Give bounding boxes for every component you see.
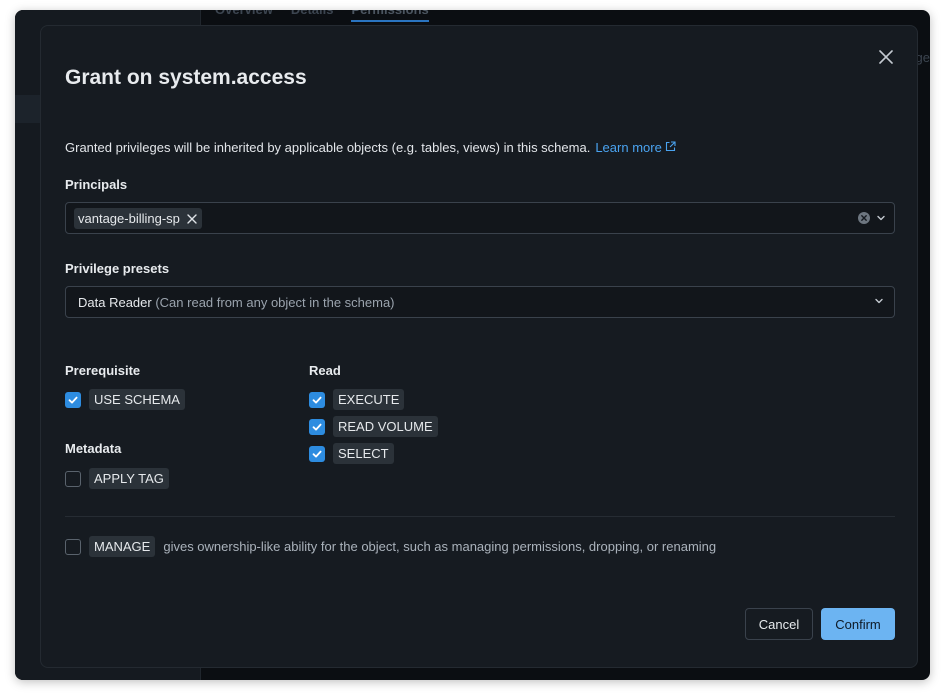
privilege-manage[interactable]: MANAGE gives ownership-like ability for … — [65, 536, 716, 557]
check-icon — [68, 396, 78, 403]
read-volume-label: READ VOLUME — [333, 416, 438, 437]
dialog-description: Granted privileges will be inherited by … — [65, 140, 676, 155]
tab-permissions[interactable]: Permissions — [351, 10, 429, 22]
presets-label: Privilege presets — [65, 261, 170, 276]
close-icon — [879, 50, 893, 64]
manage-description: gives ownership-like ability for the obj… — [163, 539, 717, 554]
presets-select[interactable]: Data Reader (Can read from any object in… — [65, 286, 895, 318]
remove-principal-button[interactable] — [186, 213, 198, 225]
use-schema-label: USE SCHEMA — [89, 389, 185, 410]
execute-label: EXECUTE — [333, 389, 405, 410]
background-tabs: Overview Details Permissions — [215, 10, 429, 22]
chevron-down-icon[interactable] — [876, 213, 886, 223]
tab-details[interactable]: Details — [291, 10, 334, 22]
apply-tag-label: APPLY TAG — [89, 468, 169, 489]
privilege-execute[interactable]: EXECUTE — [309, 389, 405, 410]
grant-dialog: Grant on system.access Granted privilege… — [40, 25, 918, 668]
check-icon — [312, 396, 322, 403]
prerequisite-title: Prerequisite — [65, 363, 141, 378]
read-volume-checkbox[interactable] — [309, 418, 325, 435]
presets-field-icons — [874, 296, 884, 306]
preset-value: Data Reader (Can read from any object in… — [78, 295, 395, 310]
description-text: Granted privileges will be inherited by … — [65, 140, 591, 155]
principals-field-icons — [858, 212, 886, 224]
principal-chip-label: vantage-billing-sp — [78, 211, 180, 226]
cancel-button[interactable]: Cancel — [745, 608, 813, 640]
external-link-icon — [665, 141, 676, 152]
tab-overview[interactable]: Overview — [215, 10, 273, 22]
learn-more-link[interactable]: Learn more — [595, 140, 676, 155]
privilege-select[interactable]: SELECT — [309, 443, 394, 464]
privilege-read-volume[interactable]: READ VOLUME — [309, 416, 438, 437]
privilege-use-schema[interactable]: USE SCHEMA — [65, 389, 185, 410]
metadata-title: Metadata — [65, 441, 122, 456]
manage-checkbox[interactable] — [65, 538, 81, 555]
preset-selected: Data Reader — [78, 295, 152, 310]
close-button[interactable] — [877, 48, 895, 66]
chevron-down-icon[interactable] — [874, 296, 884, 306]
read-title: Read — [309, 363, 341, 378]
learn-more-label[interactable]: Learn more — [595, 140, 661, 155]
execute-checkbox[interactable] — [309, 391, 325, 408]
check-icon — [312, 450, 322, 457]
privilege-apply-tag[interactable]: APPLY TAG — [65, 468, 169, 489]
preset-description: (Can read from any object in the schema) — [155, 295, 395, 310]
select-checkbox[interactable] — [309, 445, 325, 462]
apply-tag-checkbox[interactable] — [65, 470, 81, 487]
principals-label: Principals — [65, 177, 128, 192]
divider — [65, 516, 895, 517]
use-schema-checkbox[interactable] — [65, 391, 81, 408]
principals-select[interactable]: vantage-billing-sp — [65, 202, 895, 234]
confirm-button[interactable]: Confirm — [821, 608, 895, 640]
select-label: SELECT — [333, 443, 394, 464]
remove-icon — [187, 213, 197, 224]
principal-chip: vantage-billing-sp — [74, 208, 202, 229]
dialog-title: Grant on system.access — [65, 66, 307, 89]
check-icon — [312, 423, 322, 430]
manage-label: MANAGE — [89, 536, 156, 557]
clear-icon[interactable] — [858, 212, 870, 224]
